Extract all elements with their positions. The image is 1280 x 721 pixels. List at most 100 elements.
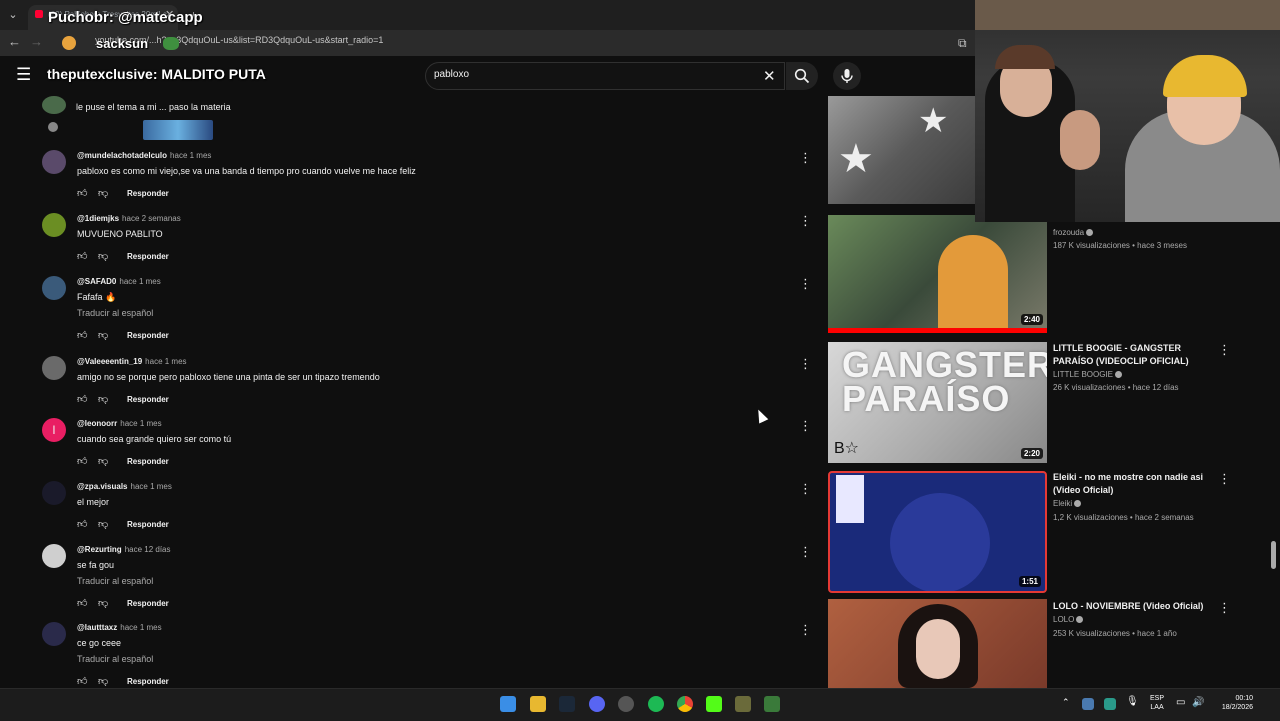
app-icon[interactable] [618, 696, 634, 712]
comment-author[interactable]: @leonoorr hace 1 mes [77, 419, 162, 428]
reply-button[interactable]: Responder [127, 252, 169, 261]
tray-app-icon[interactable] [1104, 698, 1116, 710]
like-icon[interactable]: 👍︎ [77, 455, 87, 467]
more-icon[interactable]: ⋮ [799, 544, 812, 560]
chrome-icon[interactable] [677, 696, 693, 712]
dislike-icon[interactable]: 👎︎ [98, 393, 108, 405]
video-title[interactable]: LITTLE BOOGIE - GANGSTER PARAÍSO (VIDEOC… [1053, 342, 1213, 368]
video-channel[interactable]: Eleiki [1053, 499, 1082, 508]
reply-button[interactable]: Responder [127, 677, 169, 686]
mic-icon[interactable]: 🎙 [1126, 696, 1139, 707]
steam-icon[interactable] [559, 696, 575, 712]
avatar[interactable] [42, 356, 66, 380]
comment-author[interactable]: @Rezurting hace 12 días [77, 545, 171, 554]
video-thumbnail-active[interactable]: 1:51 [828, 471, 1047, 593]
comment-time[interactable]: hace 1 mes [170, 151, 211, 160]
reply-button[interactable]: Responder [127, 599, 169, 608]
comment-username[interactable]: @Rezurting [77, 545, 122, 554]
file-explorer-icon[interactable] [530, 696, 546, 712]
forward-icon[interactable]: → [30, 34, 43, 49]
dislike-icon[interactable]: 👎︎ [98, 250, 108, 262]
avatar[interactable] [42, 276, 66, 300]
avatar[interactable]: l [42, 418, 66, 442]
hamburger-icon[interactable]: ☰ [16, 66, 31, 84]
app-icon[interactable] [735, 696, 751, 712]
comment-time[interactable]: hace 1 mes [120, 623, 161, 632]
comment-time[interactable]: hace 2 semanas [122, 214, 181, 223]
comment-username[interactable]: @zpa.visuals [77, 482, 128, 491]
comment-username[interactable]: @leonoorr [77, 419, 117, 428]
clock[interactable]: 00:10 18/2/2026 [1213, 694, 1253, 712]
volume-icon[interactable]: 🔊 [1192, 697, 1204, 708]
dislike-icon[interactable]: 👎︎ [98, 518, 108, 530]
more-icon[interactable]: ⋮ [799, 150, 812, 166]
windows-start-icon[interactable] [500, 696, 516, 712]
comment-username[interactable]: @lautttaxz [77, 623, 117, 632]
app-icon[interactable] [764, 696, 780, 712]
search-input[interactable] [434, 69, 734, 80]
more-icon[interactable]: ⋮ [799, 213, 812, 229]
comment-username[interactable]: @Valeeeentin_19 [77, 357, 142, 366]
video-channel[interactable]: frozouda [1053, 228, 1094, 237]
video-thumbnail[interactable]: GANGSTER PARAÍSO B☆ 2:20 [828, 342, 1047, 463]
reply-button[interactable]: Responder [127, 331, 169, 340]
comment-username[interactable]: @1diemjks [77, 214, 119, 223]
comment-time[interactable]: hace 12 días [125, 545, 171, 554]
avatar[interactable] [42, 481, 66, 505]
language-indicator[interactable]: ESP LAA [1150, 694, 1164, 712]
comment-author[interactable]: @mundelachotadelculo hace 1 mes [77, 151, 211, 160]
dislike-icon[interactable]: 👎︎ [98, 597, 108, 609]
dislike-icon[interactable]: 👎︎ [98, 455, 108, 467]
comment-username[interactable]: @mundelachotadelculo [77, 151, 167, 160]
more-icon[interactable]: ⋮ [799, 356, 812, 372]
video-channel[interactable]: LITTLE BOOGIE [1053, 370, 1123, 379]
comment-time[interactable]: hace 1 mes [131, 482, 172, 491]
video-channel[interactable]: LOLO [1053, 615, 1084, 624]
kick-icon[interactable] [706, 696, 722, 712]
translate-link[interactable]: Traducir al español [77, 576, 153, 586]
more-icon[interactable]: ⋮ [799, 276, 812, 292]
comment-author[interactable]: @zpa.visuals hace 1 mes [77, 482, 172, 491]
avatar[interactable] [42, 150, 66, 174]
video-thumbnail[interactable] [828, 599, 1047, 688]
spotify-icon[interactable] [648, 696, 664, 712]
like-icon[interactable]: 👍︎ [77, 329, 87, 341]
avatar[interactable] [42, 622, 66, 646]
video-title[interactable]: Eleiki - no me mostre con nadie asi (Vid… [1053, 471, 1213, 497]
reply-button[interactable]: Responder [127, 457, 169, 466]
more-icon[interactable]: ⋮ [799, 481, 812, 497]
like-icon[interactable]: 👍︎ [77, 187, 87, 199]
comment-time[interactable]: hace 1 mes [145, 357, 186, 366]
search-button[interactable] [786, 62, 818, 90]
translate-link[interactable]: Traducir al español [77, 654, 153, 664]
comment-author[interactable]: @Valeeeentin_19 hace 1 mes [77, 357, 187, 366]
like-icon[interactable]: 👍︎ [77, 393, 87, 405]
back-icon[interactable]: ← [8, 34, 21, 49]
like-icon[interactable]: 👍︎ [77, 518, 87, 530]
more-icon[interactable]: ⋮ [799, 418, 812, 434]
dislike-icon[interactable]: 👎︎ [98, 329, 108, 341]
reply-button[interactable]: Responder [127, 189, 169, 198]
discord-icon[interactable] [589, 696, 605, 712]
tray-app-icon[interactable] [1082, 698, 1094, 710]
cast-icon[interactable]: ⧉ [958, 36, 967, 51]
comment-author[interactable]: @lautttaxz hace 1 mes [77, 623, 162, 632]
network-icon[interactable]: ▭ [1176, 697, 1185, 708]
more-icon[interactable]: ⋮ [1218, 471, 1231, 487]
more-icon[interactable]: ⋮ [799, 622, 812, 638]
like-icon[interactable]: 👍︎ [77, 597, 87, 609]
tray-chevron-icon[interactable]: ⌃ [1062, 697, 1070, 708]
reply-button[interactable]: Responder [127, 520, 169, 529]
comment-author[interactable]: @1diemjks hace 2 semanas [77, 214, 181, 223]
dislike-icon[interactable]: 👎︎ [98, 675, 108, 687]
comment-username[interactable]: @SAFAD0 [77, 277, 116, 286]
comment-time[interactable]: hace 1 mes [119, 277, 160, 286]
avatar[interactable] [42, 213, 66, 237]
close-icon[interactable]: ✕ [763, 67, 776, 85]
tab-search-icon[interactable]: ⌄ [4, 7, 22, 23]
more-icon[interactable]: ⋮ [1218, 342, 1231, 358]
video-thumbnail[interactable]: 2:40 [828, 215, 1047, 333]
video-title[interactable]: LOLO - NOVIEMBRE (Video Oficial) [1053, 600, 1213, 613]
reply-button[interactable]: Responder [127, 395, 169, 404]
dislike-icon[interactable]: 👎︎ [98, 187, 108, 199]
